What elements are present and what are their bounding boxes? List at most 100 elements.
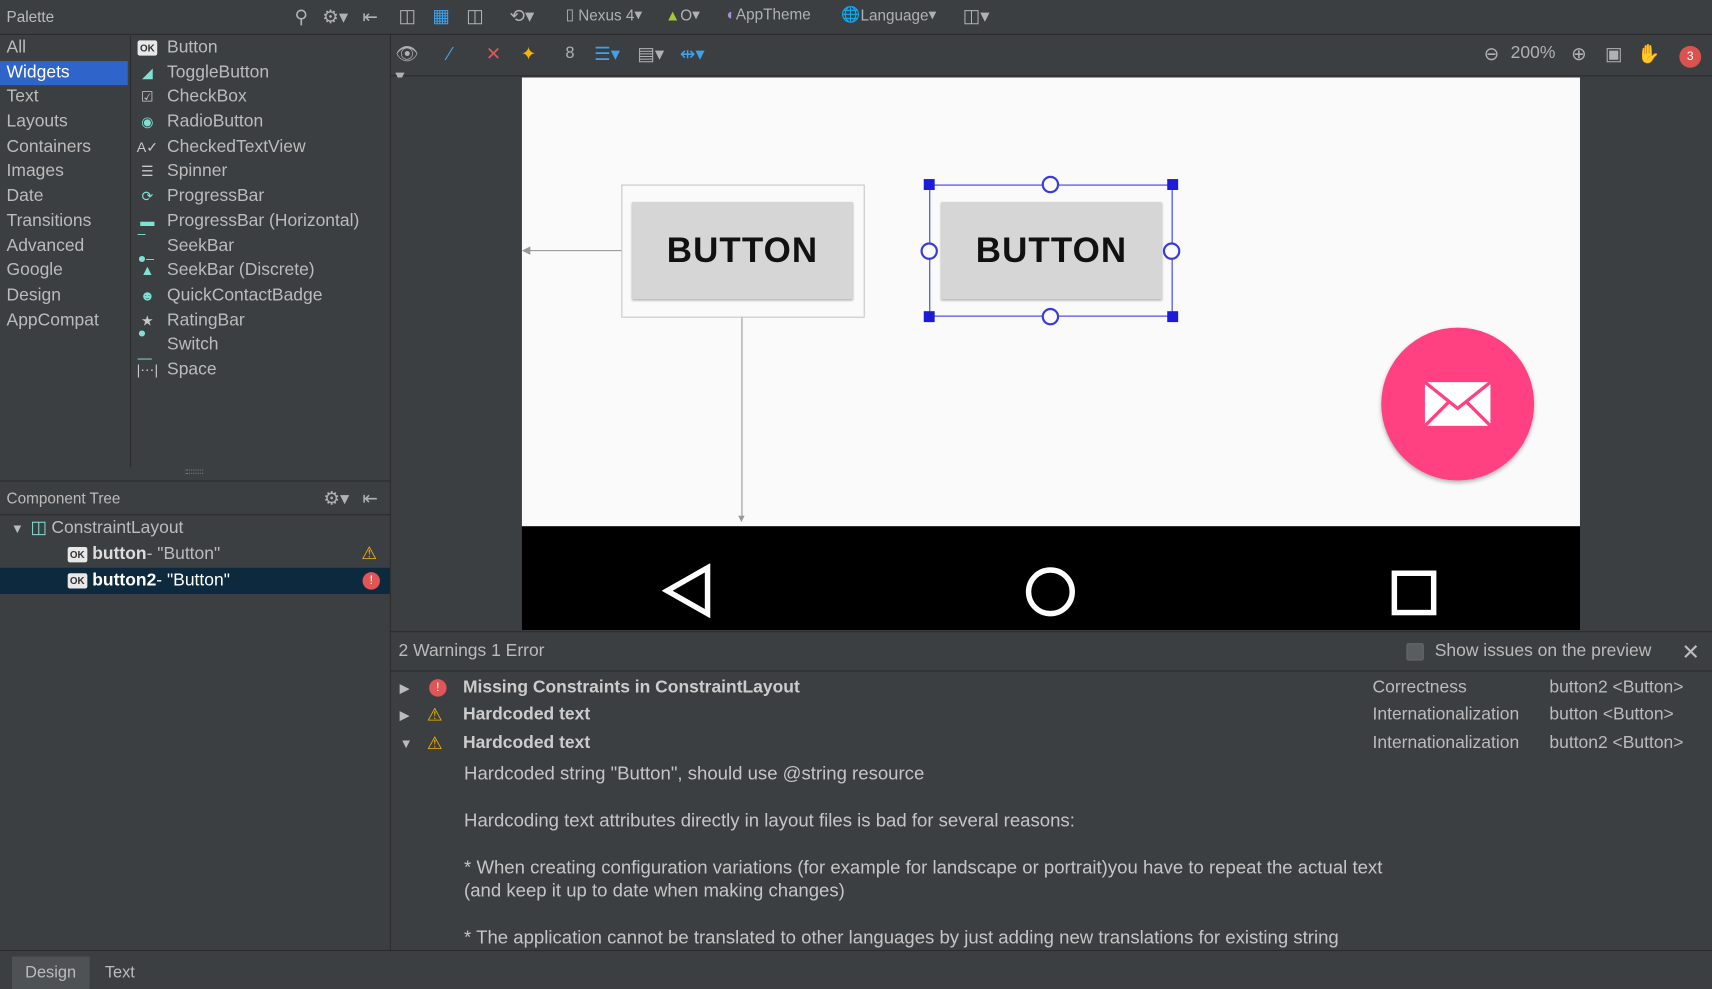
resize-handle-bl[interactable]	[923, 311, 935, 323]
category-google[interactable]: Google	[0, 259, 130, 284]
category-layouts[interactable]: Layouts	[0, 110, 130, 135]
design-view-icon[interactable]: ◫	[395, 5, 419, 27]
device-dropdown[interactable]: ▯ Nexus 4 ▾	[555, 5, 653, 24]
widget-switch[interactable]: ●— Switch	[133, 324, 391, 365]
gear-icon[interactable]: ⚙▾	[322, 7, 348, 29]
home-icon[interactable]	[1024, 566, 1076, 618]
back-icon[interactable]	[661, 563, 712, 619]
widget-seekbar[interactable]: –●– SeekBar	[133, 225, 391, 267]
issues-header: 2 Warnings 1 Error Show issues on the pr…	[390, 632, 1712, 672]
gear-icon[interactable]: ⚙▾	[323, 488, 349, 510]
resize-handle[interactable]	[185, 469, 204, 474]
issue-detail-line: * The application cannot be translated t…	[464, 927, 1339, 948]
infer-constraints-icon[interactable]: ✦	[518, 44, 540, 66]
collapse-arrow-icon[interactable]: ▼	[400, 736, 413, 751]
theme-icon: ◐	[726, 5, 736, 23]
widget-spinner[interactable]: ☰ Spinner	[133, 160, 391, 185]
widget-progressbar[interactable]: ⟳ ProgressBar	[133, 185, 391, 210]
expand-arrow-icon[interactable]: ▶	[400, 680, 410, 695]
close-icon[interactable]: ✕	[1682, 639, 1700, 666]
category-images[interactable]: Images	[0, 160, 130, 185]
expand-arrow-icon[interactable]: ▶	[400, 708, 410, 723]
anchor-right[interactable]	[1162, 242, 1181, 260]
autoconnect-icon[interactable]: ⁄	[439, 44, 461, 66]
category-advanced[interactable]: Advanced	[0, 234, 130, 259]
collapse-icon[interactable]: ⇤	[360, 7, 380, 29]
ok-icon: OK	[137, 40, 158, 57]
palette-categories: All Widgets Text Layouts Containers Imag…	[0, 36, 132, 468]
widget-seekbar-discrete[interactable]: ▲ SeekBar (Discrete)	[133, 259, 391, 284]
widget-radiobutton[interactable]: ◉ RadioButton	[133, 110, 391, 135]
component-tree-title: Component Tree	[6, 489, 121, 507]
issue-row[interactable]: ▶ ! Missing Constraints in ConstraintLay…	[391, 674, 1712, 702]
resize-handle-tl[interactable]	[923, 179, 935, 190]
constraint-line-bottom	[741, 316, 743, 520]
theme-dropdown[interactable]: ◐ AppTheme	[716, 5, 821, 22]
widget-progressbar-horizontal[interactable]: ▬ ProgressBar (Horizontal)	[133, 209, 391, 234]
zoom-fit-icon[interactable]: ▣	[1603, 44, 1625, 66]
zoom-in-icon[interactable]: ⊕	[1568, 44, 1590, 66]
resize-handle-tr[interactable]	[1167, 179, 1179, 190]
recents-icon[interactable]	[1391, 570, 1437, 616]
language-dropdown[interactable]: 🌐 Language ▾	[835, 5, 942, 24]
layout-variants-icon[interactable]: ◫▾	[959, 5, 994, 27]
orientation-icon[interactable]: ⟲▾	[504, 5, 539, 27]
constraint-arrow-left: ◀	[521, 244, 531, 257]
default-margin[interactable]: 8	[561, 44, 578, 63]
toggle-icon: ◢	[141, 64, 153, 81]
widget-checkbox[interactable]: ☑ CheckBox	[133, 86, 391, 111]
tree-item-button2[interactable]: OK button2 - "Button" !	[0, 567, 390, 594]
seekbar-icon: –●–	[137, 225, 155, 267]
envelope-icon	[1423, 380, 1492, 427]
widget-space[interactable]: |⋯| Space	[133, 358, 391, 383]
category-containers[interactable]: Containers	[0, 135, 130, 160]
constraint-line-left	[525, 250, 623, 252]
tab-design[interactable]: Design	[12, 956, 90, 989]
device-screen: ◀ ▼ BUTTON BUTTON	[521, 77, 1580, 527]
issue-row-expanded[interactable]: ▼ ⚠ Hardcoded text Internationalization …	[391, 729, 1712, 757]
expand-arrow-icon[interactable]: ▼	[11, 515, 24, 541]
issue-detail-line: Hardcoding text attributes directly in l…	[464, 810, 1075, 831]
tree-root-constraintlayout[interactable]: ▼ ◫ ConstraintLayout	[0, 515, 390, 541]
category-widgets[interactable]: Widgets	[0, 60, 128, 86]
zoom-out-icon[interactable]: ⊖	[1481, 44, 1503, 66]
clear-constraints-icon[interactable]: ✕	[483, 44, 505, 66]
anchor-left[interactable]	[920, 242, 938, 260]
error-badge[interactable]: 3	[1679, 45, 1702, 68]
floating-action-button[interactable]	[1381, 327, 1535, 481]
pack-icon[interactable]: ☰▾	[590, 44, 625, 66]
design-toolbar: 👁▾ ⁄ ✕ ✦ 8 ☰▾ ▤▾ ⇹▾ ⊖ 200% ⊕ ▣ ✋ 3	[390, 35, 1712, 86]
palette-title: Palette	[6, 7, 55, 26]
category-date[interactable]: Date	[0, 185, 130, 210]
category-appcompat[interactable]: AppCompat	[0, 309, 130, 334]
constraint-arrow-bottom: ▼	[735, 513, 747, 526]
api-dropdown[interactable]: ▲ O ▾	[658, 5, 706, 24]
widget-quickcontactbadge[interactable]: ☻ QuickContactBadge	[133, 284, 391, 309]
tree-item-button[interactable]: OK button - "Button" ⚠	[0, 542, 390, 568]
show-issues-checkbox[interactable]	[1406, 643, 1424, 661]
category-text[interactable]: Text	[0, 86, 130, 111]
preview-button[interactable]: BUTTON	[632, 202, 853, 300]
align-icon[interactable]: ▤▾	[633, 44, 668, 66]
issue-row[interactable]: ▶ ⚠ Hardcoded text Internationalization …	[391, 701, 1712, 729]
anchor-top[interactable]	[1041, 175, 1060, 194]
show-issues-label[interactable]: Show issues on the preview	[1435, 642, 1652, 662]
pan-hand-icon[interactable]: ✋	[1637, 44, 1660, 66]
widget-ratingbar[interactable]: ★ RatingBar	[133, 309, 391, 334]
tab-text[interactable]: Text	[92, 957, 148, 989]
both-view-icon[interactable]: ◫	[463, 5, 487, 27]
collapse-icon[interactable]: ⇤	[360, 488, 380, 510]
widget-checkedtextview[interactable]: A✓ CheckedTextView	[133, 135, 391, 160]
widget-togglebutton[interactable]: ◢ ToggleButton	[133, 61, 391, 86]
resize-handle-br[interactable]	[1167, 311, 1179, 323]
blueprint-view-icon[interactable]: ▦	[429, 5, 453, 27]
category-design[interactable]: Design	[0, 284, 130, 309]
checkbox-icon: ☑	[141, 88, 154, 106]
anchor-bottom[interactable]	[1041, 307, 1060, 326]
bottom-tabs: Design Text	[0, 949, 1712, 989]
category-transitions[interactable]: Transitions	[0, 209, 130, 234]
category-all[interactable]: All	[0, 36, 130, 61]
widget-button[interactable]: OK Button	[133, 36, 391, 61]
search-icon[interactable]: ⚲	[290, 7, 312, 29]
guidelines-icon[interactable]: ⇹▾	[677, 44, 708, 66]
